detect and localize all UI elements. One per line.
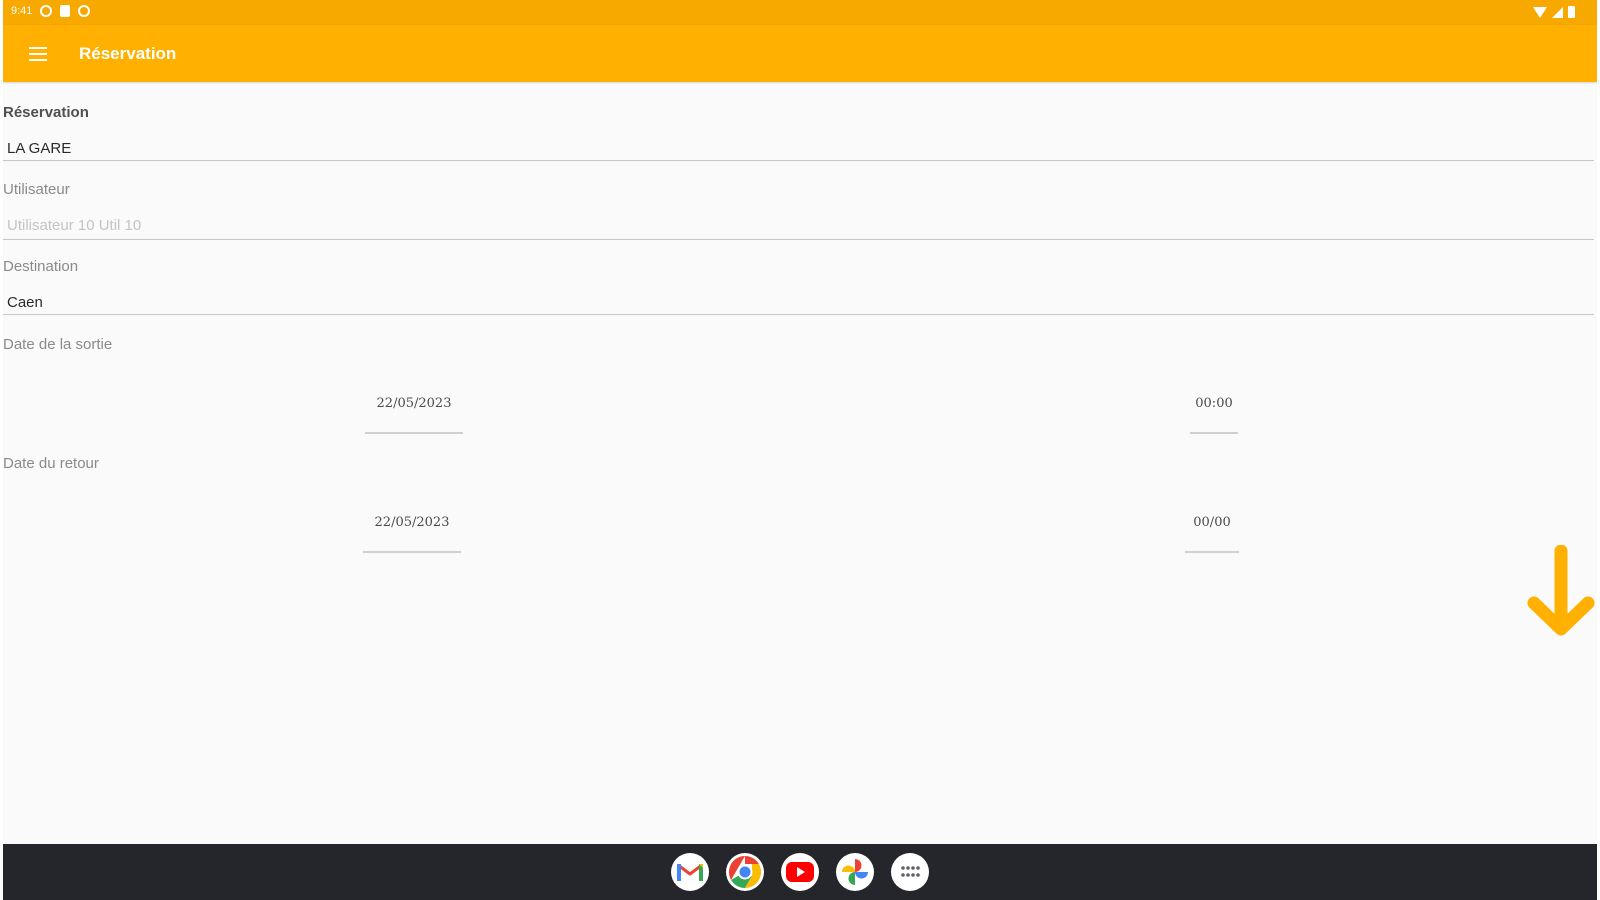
utilisateur-underline <box>3 239 1594 240</box>
sync-icon <box>40 5 53 17</box>
status-left: 9:41 <box>11 5 91 17</box>
arrow-down-icon <box>1527 544 1595 636</box>
menu-button[interactable] <box>3 25 73 82</box>
date-retour-time-picker[interactable]: 00/00 <box>1185 515 1239 530</box>
notification-icon <box>60 5 71 17</box>
destination-field[interactable]: Caen <box>3 286 1594 316</box>
status-bar: 9:41 <box>3 0 1597 25</box>
scroll-down-button[interactable] <box>1526 544 1596 646</box>
utilisateur-value: Utilisateur 10 Util 10 <box>7 217 142 234</box>
date-sortie-time-picker[interactable]: 00:00 <box>1190 396 1238 411</box>
signal-icon <box>1552 6 1563 18</box>
app-bar: Réservation <box>3 25 1597 82</box>
settings-icon <box>78 5 91 17</box>
page-title: Réservation <box>79 43 177 63</box>
app-window: 9:41 Réservation Réservation LA GARE Uti… <box>3 0 1597 900</box>
reservation-field[interactable]: LA GARE <box>3 132 1594 162</box>
destination-underline <box>3 314 1594 315</box>
date-retour-date-picker[interactable]: 22/05/2023 <box>363 515 461 530</box>
destination-label: Destination <box>3 258 79 275</box>
gmail-icon[interactable] <box>671 853 709 891</box>
status-time: 9:41 <box>11 5 33 17</box>
chrome-icon[interactable] <box>726 853 764 891</box>
date-sortie-time-underline <box>1190 432 1238 434</box>
date-sortie-date-picker[interactable]: 22/05/2023 <box>365 396 463 411</box>
reservation-underline <box>3 160 1594 161</box>
utilisateur-label: Utilisateur <box>3 181 70 198</box>
youtube-icon[interactable] <box>781 853 819 891</box>
battery-icon <box>1568 6 1575 18</box>
date-sortie-label: Date de la sortie <box>3 336 113 353</box>
wifi-icon <box>1533 6 1547 18</box>
hamburger-icon-line <box>29 58 47 61</box>
hamburger-icon-line <box>29 52 47 55</box>
reservation-label: Réservation <box>3 104 89 121</box>
taskbar <box>3 844 1597 900</box>
photos-icon[interactable] <box>836 853 874 891</box>
destination-value: Caen <box>7 294 43 311</box>
date-sortie-date-underline <box>365 432 463 434</box>
date-retour-date-underline <box>363 551 461 553</box>
utilisateur-field[interactable]: Utilisateur 10 Util 10 <box>3 209 1594 239</box>
date-retour-label: Date du retour <box>3 455 99 472</box>
date-retour-time-underline <box>1185 551 1239 553</box>
hamburger-icon <box>29 46 47 49</box>
app-launcher-icon[interactable] <box>891 853 929 891</box>
status-right <box>1533 6 1575 18</box>
reservation-value: LA GARE <box>7 140 72 157</box>
